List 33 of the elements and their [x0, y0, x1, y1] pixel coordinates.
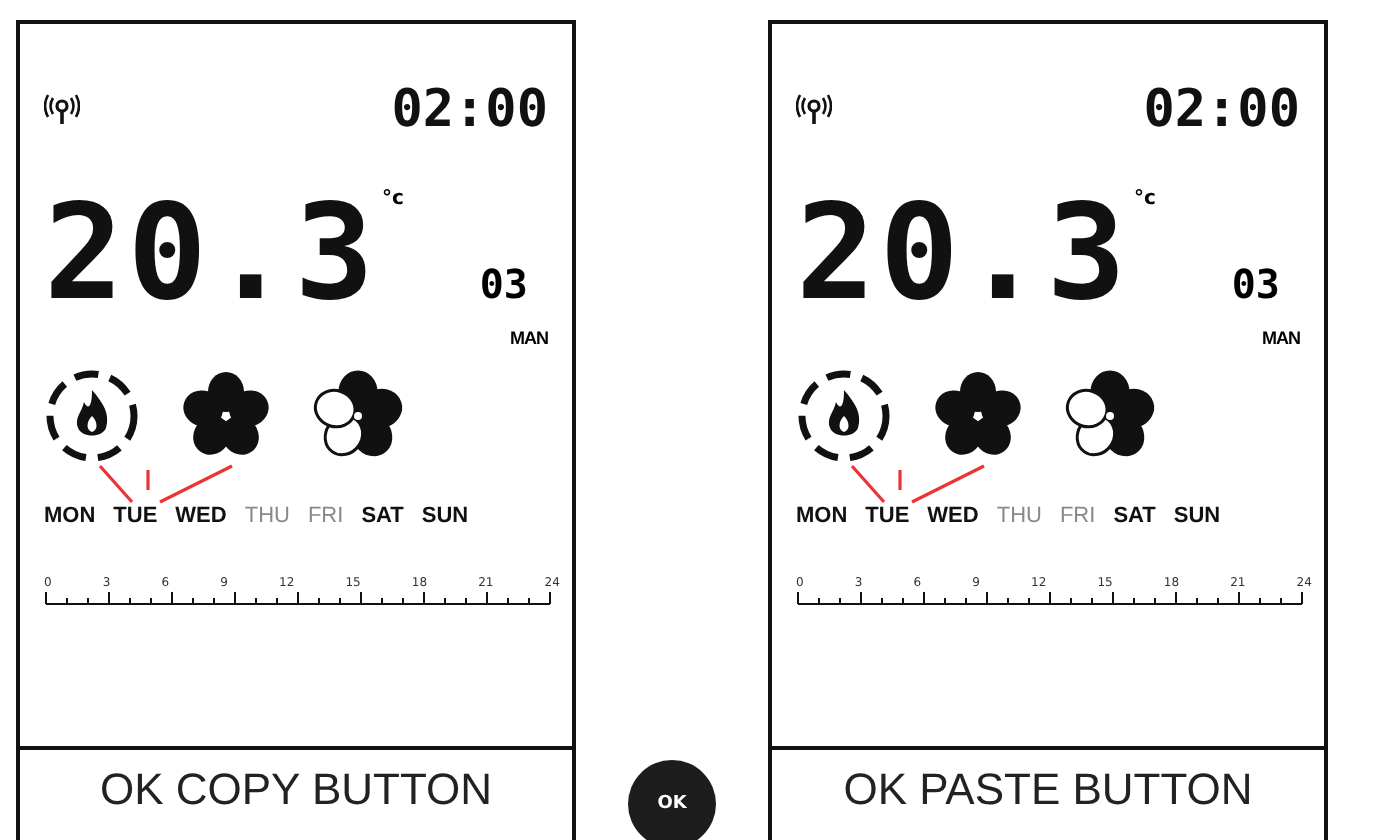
- fan-icon: [1064, 370, 1156, 462]
- temperature-reading: 20.3: [44, 188, 378, 320]
- mode-label: MAN: [1262, 328, 1300, 348]
- signal-icon: [796, 94, 832, 126]
- clock-time: 02:00: [391, 80, 548, 140]
- weekday-label: MON: [796, 504, 848, 528]
- weekday-label: THU: [244, 504, 290, 528]
- temperature-reading: 20.3: [796, 188, 1130, 320]
- fan-icon: [312, 370, 404, 462]
- weekday-label: THU: [996, 504, 1042, 528]
- caption-text: OK COPY BUTTON: [20, 746, 572, 840]
- flame-icon: [44, 368, 140, 464]
- temperature-unit: °c: [381, 188, 404, 210]
- weekday-label: SAT: [1113, 504, 1156, 528]
- weekday-label: SAT: [361, 504, 404, 528]
- program-number: 03: [479, 260, 528, 308]
- weekday-label: WED: [927, 504, 979, 528]
- mode-label: MAN: [510, 328, 548, 348]
- signal-icon: [44, 94, 80, 126]
- flame-icon: [796, 368, 892, 464]
- weekday-label: SUN: [421, 504, 469, 528]
- weekday-label: TUE: [865, 504, 910, 528]
- weekday-label: SUN: [1173, 504, 1221, 528]
- weekday-label: FRI: [307, 504, 344, 528]
- weekday-label: WED: [175, 504, 227, 528]
- ok-button[interactable]: OK: [628, 760, 716, 840]
- weekday-label: TUE: [113, 504, 158, 528]
- weekday-label: FRI: [1059, 504, 1096, 528]
- clock-time: 02:00: [1143, 80, 1300, 140]
- temperature-unit: °c: [1133, 188, 1156, 210]
- caption-text: OK PASTE BUTTON: [772, 746, 1324, 840]
- program-number: 03: [1231, 260, 1280, 308]
- weekday-label: MON: [44, 504, 96, 528]
